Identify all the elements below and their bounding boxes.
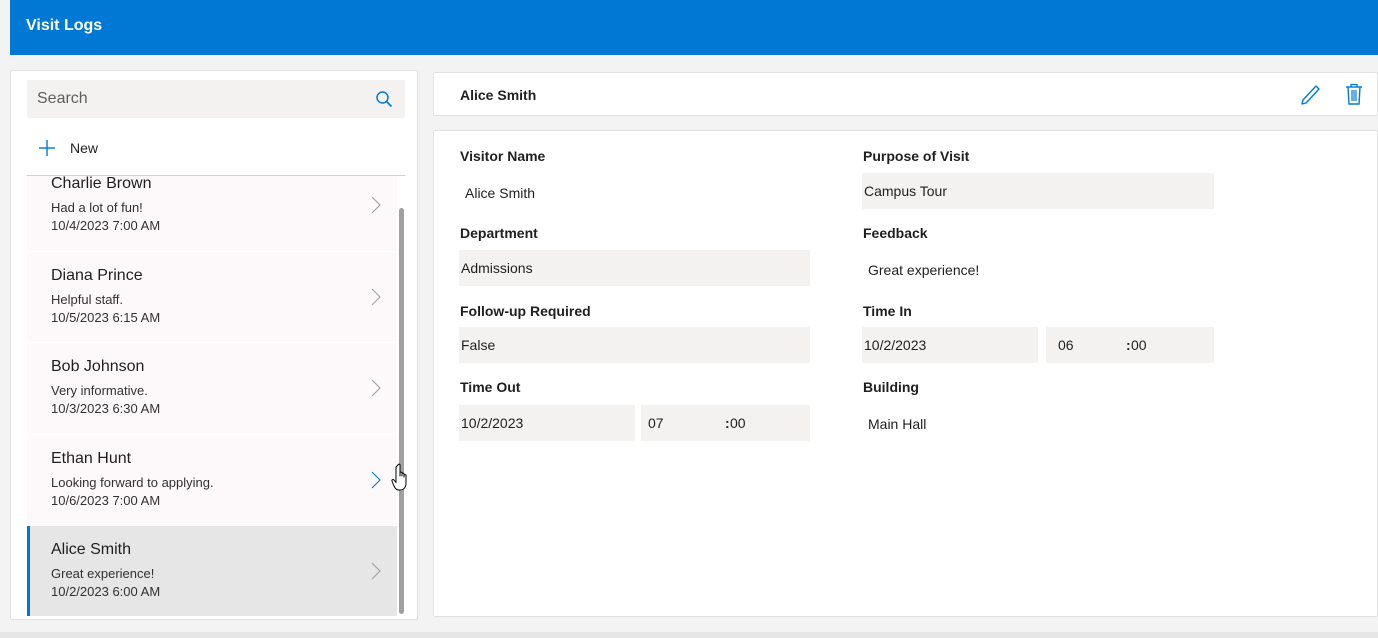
search-box[interactable] [27, 80, 405, 118]
visit-list[interactable]: Charlie Brown Had a lot of fun! 10/4/202… [27, 176, 397, 616]
feedback-value: Great experience! [868, 262, 980, 278]
search-icon[interactable] [375, 90, 393, 108]
list-item-feedback: Helpful staff. [51, 291, 124, 307]
list-item-date: 10/6/2023 7:00 AM [51, 492, 161, 508]
follow-up-label: Follow-up Required [460, 303, 591, 319]
new-button[interactable]: New [27, 133, 147, 163]
time-out-time-field: 07 : 00 [641, 405, 810, 441]
visitor-name-value: Alice Smith [465, 185, 536, 201]
visit-list-panel: New Charlie Brown Had a lot of fun! 10/4… [10, 70, 418, 620]
department-field: Admissions [459, 250, 810, 286]
department-value: Admissions [461, 260, 533, 276]
chevron-right-icon[interactable] [371, 379, 381, 397]
search-input[interactable] [27, 80, 357, 118]
list-item[interactable]: Diana Prince Helpful staff. 10/5/2023 6:… [27, 251, 397, 343]
chevron-right-icon[interactable] [371, 288, 381, 306]
feedback-label: Feedback [863, 225, 928, 241]
time-out-date-field: 10/2/2023 [459, 405, 635, 441]
time-out-label: Time Out [460, 379, 521, 395]
time-out-colon: : [725, 415, 730, 431]
visitor-name-label: Visitor Name [460, 148, 546, 164]
time-in-label: Time In [863, 303, 912, 319]
list-item[interactable]: Charlie Brown Had a lot of fun! 10/4/202… [27, 176, 397, 252]
time-in-hour: 06 [1058, 337, 1074, 353]
list-item-name: Alice Smith [51, 541, 132, 558]
chevron-right-icon[interactable] [371, 471, 381, 489]
list-item[interactable]: Bob Johnson Very informative. 10/3/2023 … [27, 343, 397, 435]
purpose-field: Campus Tour [862, 173, 1214, 209]
time-in-colon: : [1126, 337, 1131, 353]
list-item-feedback: Had a lot of fun! [51, 200, 143, 215]
time-in-minute: 00 [1131, 337, 1147, 353]
list-item-feedback: Great experience! [51, 566, 155, 581]
list-item-date: 10/5/2023 6:15 AM [51, 309, 161, 325]
time-out-hour: 07 [648, 415, 664, 431]
purpose-label: Purpose of Visit [863, 148, 970, 164]
purpose-value: Campus Tour [864, 183, 948, 199]
department-label: Department [460, 225, 538, 241]
chevron-right-icon[interactable] [371, 562, 381, 580]
list-item-name: Charlie Brown [51, 176, 152, 192]
list-item-name: Diana Prince [51, 266, 143, 284]
time-in-date-field: 10/2/2023 [862, 327, 1038, 363]
list-item-name: Ethan Hunt [51, 449, 132, 467]
list-item-date: 10/2/2023 6:00 AM [51, 584, 161, 599]
building-label: Building [863, 379, 919, 395]
time-in-time-field: 06 : 00 [1046, 327, 1214, 363]
plus-icon [39, 140, 55, 156]
hand-cursor-icon [391, 463, 407, 491]
app-header: Visit Logs [10, 0, 1378, 55]
list-item-feedback: Looking forward to applying. [51, 474, 214, 490]
list-scrollbar[interactable] [397, 176, 405, 616]
time-out-date: 10/2/2023 [461, 415, 524, 431]
list-item-feedback: Very informative. [51, 383, 148, 398]
new-button-label: New [70, 140, 99, 156]
chevron-right-icon[interactable] [371, 196, 381, 214]
detail-header: Alice Smith [433, 72, 1378, 116]
follow-up-field: False [459, 327, 810, 363]
edit-icon[interactable] [1299, 83, 1321, 107]
follow-up-value: False [461, 337, 496, 353]
list-item-date: 10/4/2023 7:00 AM [51, 218, 161, 233]
list-item-name: Bob Johnson [51, 358, 145, 375]
bottom-border [0, 632, 1378, 638]
list-item-selected[interactable]: Alice Smith Great experience! 10/2/2023 … [27, 526, 397, 616]
building-value: Main Hall [868, 416, 927, 432]
scrollbar-thumb[interactable] [399, 208, 404, 614]
time-out-minute: 00 [730, 415, 746, 431]
detail-form: Visitor Name Alice Smith Purpose of Visi… [433, 130, 1378, 617]
list-item[interactable]: Ethan Hunt Looking forward to applying. … [27, 434, 397, 526]
app-title: Visit Logs [26, 17, 103, 34]
time-in-date: 10/2/2023 [864, 337, 927, 353]
detail-title: Alice Smith [460, 87, 537, 103]
delete-icon[interactable] [1345, 83, 1363, 105]
list-item-date: 10/3/2023 6:30 AM [51, 401, 161, 416]
